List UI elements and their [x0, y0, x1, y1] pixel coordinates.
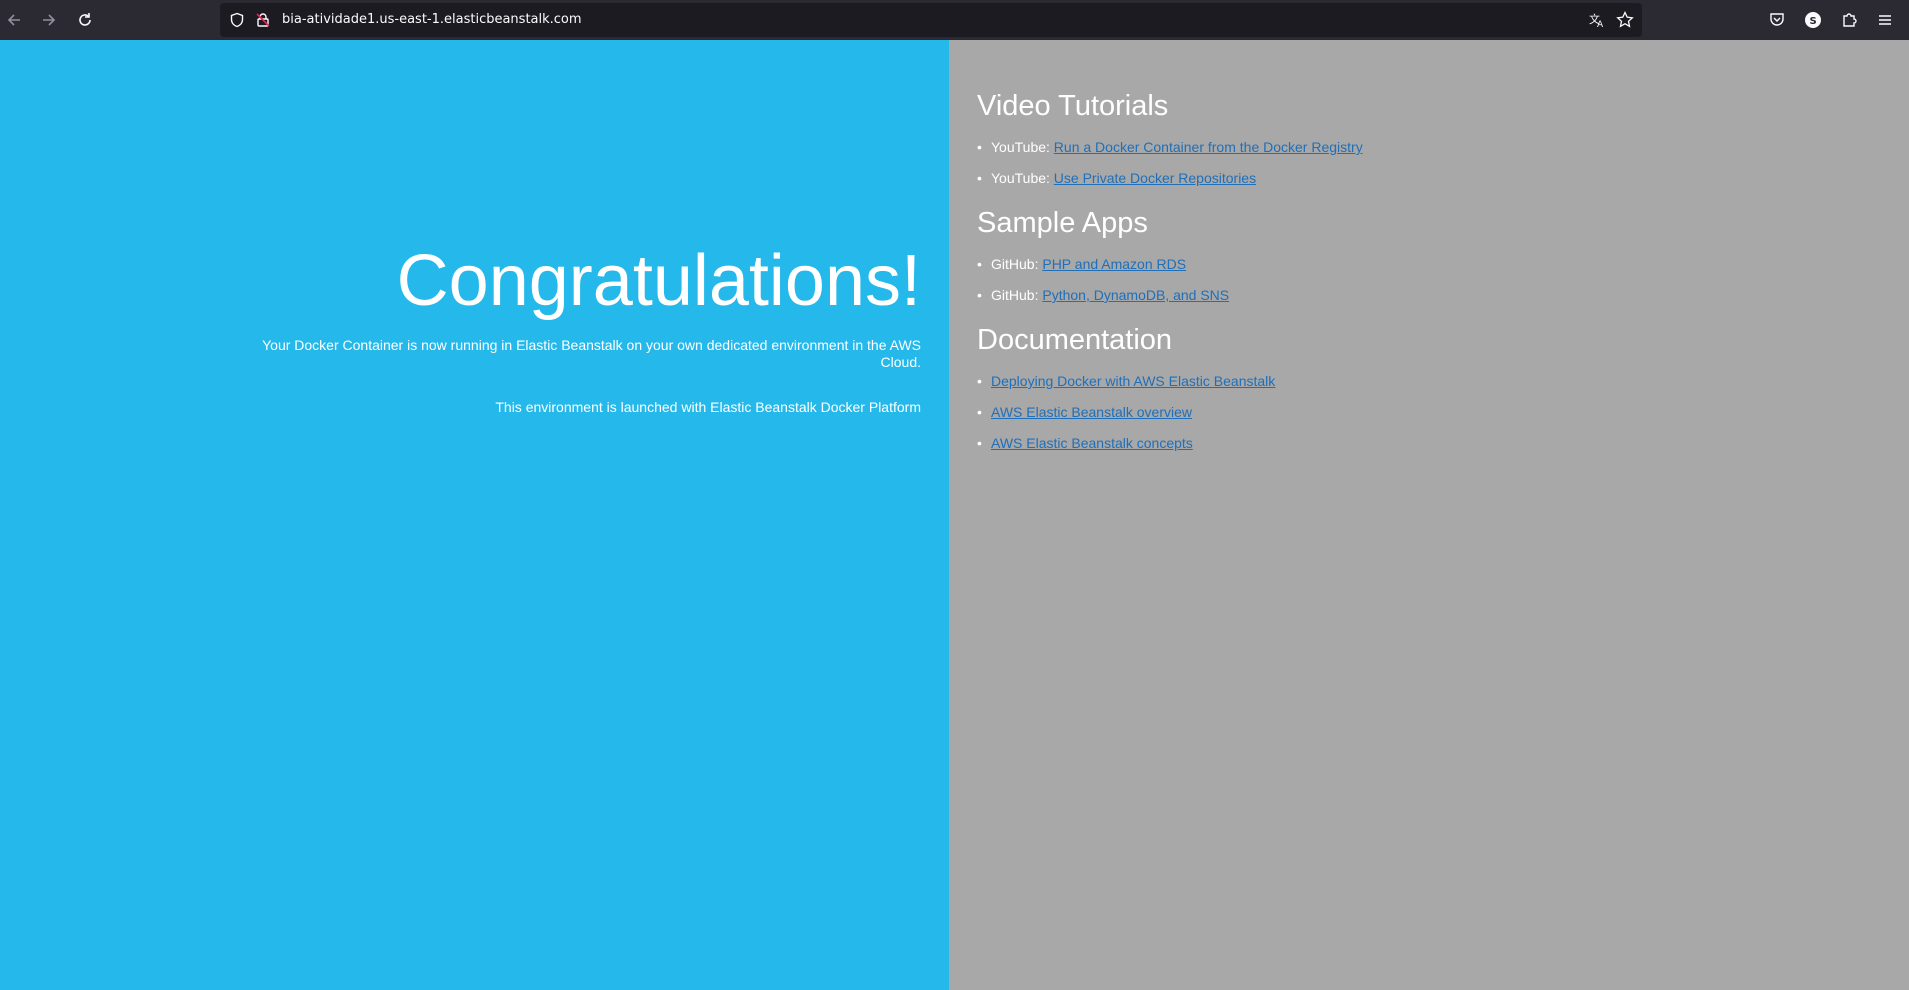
video-tutorials-heading: Video Tutorials	[977, 90, 1169, 122]
item-prefix: YouTube:	[991, 139, 1050, 155]
bullet: •	[977, 170, 982, 186]
sample-apps-heading: Sample Apps	[977, 207, 1148, 239]
list-item: • AWS Elastic Beanstalk concepts	[977, 435, 1193, 451]
svg-text:S: S	[1810, 16, 1817, 27]
account-avatar-icon[interactable]: S	[1801, 8, 1825, 32]
list-item: • YouTube: Run a Docker Container from th…	[977, 139, 1363, 155]
right-panel: Video Tutorials • YouTube: Run a Docker C…	[949, 40, 1909, 990]
back-arrow-icon[interactable]	[0, 6, 28, 34]
url-text[interactable]: bia-atividade1.us-east-1.elasticbeanstal…	[282, 12, 582, 27]
deploying-docker-link[interactable]: Deploying Docker with AWS Elastic Beanst…	[991, 373, 1275, 389]
extensions-icon[interactable]	[1837, 8, 1861, 32]
bookmark-star-icon[interactable]	[1616, 11, 1634, 29]
bullet: •	[977, 256, 982, 272]
docker-registry-link[interactable]: Run a Docker Container from the Docker R…	[1054, 139, 1363, 155]
list-item: • GitHub: Python, DynamoDB, and SNS	[977, 287, 1229, 303]
pocket-icon[interactable]	[1765, 8, 1789, 32]
address-bar[interactable]: bia-atividade1.us-east-1.elasticbeanstal…	[220, 3, 1642, 37]
translate-icon[interactable]: 文A	[1588, 11, 1606, 29]
php-rds-link[interactable]: PHP and Amazon RDS	[1042, 256, 1186, 272]
documentation-heading: Documentation	[977, 324, 1173, 356]
left-panel: Congratulations! Your Docker Container i…	[0, 40, 949, 990]
item-prefix: GitHub:	[991, 287, 1039, 303]
forward-arrow-icon[interactable]	[35, 6, 63, 34]
bullet: •	[977, 373, 982, 389]
platform-message: This environment is launched with Elasti…	[495, 399, 921, 415]
beanstalk-overview-link[interactable]: AWS Elastic Beanstalk overview	[991, 404, 1192, 420]
browser-toolbar: bia-atividade1.us-east-1.elasticbeanstal…	[0, 0, 1909, 40]
list-item: • GitHub: PHP and Amazon RDS	[977, 256, 1186, 272]
list-item: • AWS Elastic Beanstalk overview	[977, 404, 1192, 420]
shield-icon[interactable]	[228, 11, 246, 29]
running-message: Your Docker Container is now running in …	[262, 337, 921, 370]
bullet: •	[977, 139, 982, 155]
item-prefix: YouTube:	[991, 170, 1050, 186]
list-item: • Deploying Docker with AWS Elastic Beans…	[977, 373, 1275, 389]
menu-hamburger-icon[interactable]	[1873, 8, 1897, 32]
private-repositories-link[interactable]: Use Private Docker Repositories	[1054, 170, 1256, 186]
beanstalk-concepts-link[interactable]: AWS Elastic Beanstalk concepts	[991, 435, 1193, 451]
page-content: Congratulations! Your Docker Container i…	[0, 40, 1909, 990]
bullet: •	[977, 404, 982, 420]
python-dynamodb-sns-link[interactable]: Python, DynamoDB, and SNS	[1042, 287, 1229, 303]
reload-icon[interactable]	[71, 6, 99, 34]
insecure-lock-icon[interactable]	[254, 11, 272, 29]
bullet: •	[977, 435, 982, 451]
item-prefix: GitHub:	[991, 256, 1039, 272]
page-title: Congratulations!	[396, 241, 921, 321]
svg-text:A: A	[1597, 20, 1604, 29]
list-item: • YouTube: Use Private Docker Repositorie…	[977, 170, 1256, 186]
bullet: •	[977, 287, 982, 303]
